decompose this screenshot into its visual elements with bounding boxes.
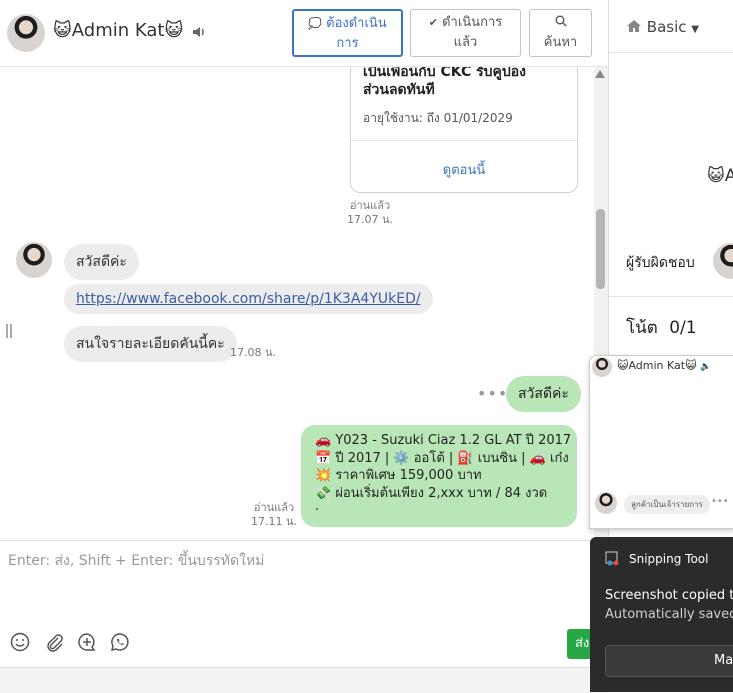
outgoing-car-message: 🚗 Y023 - Suzuki Ciaz 1.2 GL AT ปี 2017 📅… [301, 425, 577, 527]
outgoing-message: สวัสดีค่ะ [506, 376, 581, 412]
customer-avatar[interactable] [16, 242, 52, 278]
chat-scrollbar-thumb[interactable] [596, 209, 605, 289]
popup-more-icon[interactable]: ••• [711, 496, 729, 507]
cat-emoji-icon: 😺 [164, 20, 184, 41]
coupon-card: เป็นเพื่อนกับ CKC รับคูปอง ส่วนลดทันที อ… [350, 67, 578, 193]
message-options-icon[interactable]: ••• [477, 384, 508, 403]
tab-pending-button[interactable]: 💭 ต้องดำเนิน การ [292, 9, 403, 57]
status-strip [0, 667, 608, 693]
owner-label: ผู้รับผิดชอบ [626, 255, 695, 271]
chat-preview-popup[interactable]: 😺Admin Kat😺 🔈 ลูกค้าเป็นเจ้ารายการ ••• [589, 355, 733, 529]
card-read-status: อ่านแล้ว 17.07 น. [346, 199, 393, 226]
check-bubble-icon: ✔ [428, 16, 438, 29]
home-icon [626, 18, 647, 36]
toast-app-name: Snipping Tool [629, 552, 709, 566]
popup-chip: ลูกค้าเป็นเจ้ารายการ [624, 495, 710, 514]
basic-dropdown[interactable]: Basic ▼ [626, 18, 699, 36]
coupon-title: เป็นเพื่อนกับ CKC รับคูปอง ส่วนลดทันที [363, 67, 527, 98]
emoji-icon[interactable] [10, 632, 30, 652]
incoming-link-message: https://www.facebook.com/share/p/1K3A4YU… [64, 284, 433, 314]
incoming-time: 17.08 น. [230, 346, 277, 359]
chat-bubble-icon: 💭 [308, 17, 322, 30]
popup-avatar [592, 357, 612, 377]
caret-down-icon: ▼ [691, 24, 699, 35]
owner-avatar[interactable] [713, 243, 733, 279]
add-comment-icon[interactable] [77, 632, 97, 652]
incoming-message: สวัสดีค่ะ [64, 244, 139, 280]
popup-name: 😺Admin Kat😺 🔈 [617, 359, 712, 372]
note-heading: โน้ต 0/1 [626, 318, 697, 338]
snipping-tool-notification[interactable]: Snipping Tool Screenshot copied to Autom… [590, 537, 733, 692]
drag-handle-icon[interactable] [6, 324, 12, 338]
incoming-message: สนใจรายละเอียดคันนี้คะ [64, 326, 237, 362]
card-divider [351, 140, 577, 141]
message-input[interactable]: Enter: ส่ง, Shift + Enter: ขึ้นบรรทัดใหม… [8, 550, 264, 572]
outgoing-read-status: อ่านแล้ว 17.11 น. [250, 501, 297, 528]
search-button[interactable]: ค้นหา [529, 9, 592, 57]
panel-divider [609, 296, 733, 297]
chat-header: 😺Admin Kat😺 💭 ต้องดำเนิน การ ✔ ดำเนินการ… [0, 0, 608, 67]
tab-done-button[interactable]: ✔ ดำเนินการ แล้ว [410, 9, 521, 57]
admin-avatar[interactable] [7, 14, 45, 52]
coupon-view-link[interactable]: ดูตอนนี้ [351, 159, 577, 180]
chat-message-area[interactable]: เป็นเพื่อนกับ CKC รับคูปอง ส่วนลดทันที อ… [0, 67, 608, 540]
facebook-share-link[interactable]: https://www.facebook.com/share/p/1K3A4YU… [76, 291, 421, 307]
toast-line-1: Screenshot copied to [605, 588, 733, 603]
scroll-up-icon[interactable] [595, 70, 605, 78]
panel-divider [609, 52, 733, 53]
cat-emoji-icon: 😺 [53, 20, 72, 41]
partial-name: 😺A [707, 166, 733, 186]
scissors-icon [605, 551, 621, 567]
toast-line-2: Automatically saved t [605, 607, 733, 622]
speaker-icon: 🔈 [700, 362, 712, 372]
speaker-icon[interactable] [191, 24, 207, 40]
coupon-expiry: อายุใช้งาน: ถึง 01/01/2029 [363, 111, 513, 125]
popup-customer-avatar [595, 492, 617, 514]
search-icon [555, 15, 567, 30]
toast-action-button[interactable]: Ma [605, 645, 733, 677]
attachment-icon[interactable] [44, 632, 64, 652]
whatsapp-icon[interactable] [110, 632, 130, 652]
chat-contact-name: 😺Admin Kat😺 [53, 20, 184, 41]
